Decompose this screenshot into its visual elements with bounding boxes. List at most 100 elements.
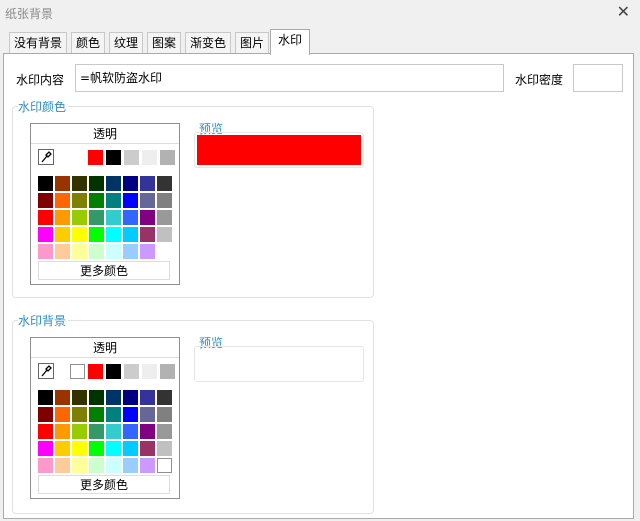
color-swatch[interactable] — [38, 244, 53, 259]
color-swatch[interactable] — [38, 193, 53, 208]
color-swatch[interactable] — [157, 407, 172, 422]
recent-color-swatch[interactable] — [160, 150, 175, 165]
more-colors-button[interactable]: 更多颜色 — [38, 261, 170, 280]
color-swatch[interactable] — [72, 210, 87, 225]
color-swatch[interactable] — [72, 458, 87, 473]
color-swatch[interactable] — [72, 176, 87, 191]
color-swatch[interactable] — [55, 458, 70, 473]
color-swatch[interactable] — [157, 193, 172, 208]
color-swatch[interactable] — [140, 458, 155, 473]
color-swatch[interactable] — [123, 176, 138, 191]
color-swatch[interactable] — [89, 390, 104, 405]
color-swatch[interactable] — [72, 407, 87, 422]
color-swatch[interactable] — [106, 441, 121, 456]
color-swatch[interactable] — [106, 176, 121, 191]
tab-color[interactable]: 颜色 — [71, 32, 105, 54]
color-swatch[interactable] — [106, 193, 121, 208]
color-swatch[interactable] — [140, 244, 155, 259]
color-swatch[interactable] — [157, 441, 172, 456]
color-swatch[interactable] — [89, 210, 104, 225]
color-swatch[interactable] — [140, 441, 155, 456]
color-swatch[interactable] — [89, 441, 104, 456]
recent-color-swatch[interactable] — [142, 364, 157, 379]
color-swatch[interactable] — [157, 176, 172, 191]
color-swatch[interactable] — [106, 244, 121, 259]
color-swatch[interactable] — [106, 424, 121, 439]
color-swatch[interactable] — [106, 407, 121, 422]
recent-color-swatch[interactable] — [124, 364, 139, 379]
color-swatch[interactable] — [38, 227, 53, 242]
color-swatch[interactable] — [89, 193, 104, 208]
color-swatch[interactable] — [55, 193, 70, 208]
color-swatch[interactable] — [123, 407, 138, 422]
color-swatch[interactable] — [123, 244, 138, 259]
color-swatch[interactable] — [123, 210, 138, 225]
close-icon[interactable]: ✕ — [617, 3, 630, 21]
color-swatch[interactable] — [157, 244, 172, 259]
recent-color-swatch[interactable] — [124, 150, 139, 165]
recent-color-swatch[interactable] — [88, 150, 103, 165]
tab-pattern[interactable]: 图案 — [147, 32, 181, 54]
color-swatch[interactable] — [55, 227, 70, 242]
color-swatch[interactable] — [123, 227, 138, 242]
color-swatch[interactable] — [106, 390, 121, 405]
watermark-density-input[interactable] — [573, 64, 623, 92]
color-swatch[interactable] — [89, 176, 104, 191]
recent-color-swatch[interactable] — [106, 364, 121, 379]
color-swatch[interactable] — [55, 441, 70, 456]
recent-color-swatch[interactable] — [106, 150, 121, 165]
recent-color-swatch[interactable] — [160, 364, 175, 379]
color-swatch[interactable] — [89, 244, 104, 259]
more-colors-button[interactable]: 更多颜色 — [38, 475, 170, 494]
color-swatch[interactable] — [89, 424, 104, 439]
color-swatch[interactable] — [72, 193, 87, 208]
color-swatch[interactable] — [38, 176, 53, 191]
color-swatch[interactable] — [140, 390, 155, 405]
color-swatch[interactable] — [38, 407, 53, 422]
color-swatch[interactable] — [89, 458, 104, 473]
color-swatch[interactable] — [140, 210, 155, 225]
color-swatch[interactable] — [123, 441, 138, 456]
tab-image[interactable]: 图片 — [235, 32, 269, 54]
color-swatch[interactable] — [72, 441, 87, 456]
tab-gradient[interactable]: 渐变色 — [185, 32, 231, 54]
recent-color-swatch[interactable] — [88, 364, 103, 379]
color-swatch[interactable] — [38, 390, 53, 405]
color-swatch[interactable] — [123, 390, 138, 405]
color-swatch[interactable] — [55, 390, 70, 405]
color-swatch[interactable] — [140, 176, 155, 191]
color-swatch[interactable] — [157, 424, 172, 439]
color-swatch[interactable] — [157, 210, 172, 225]
color-swatch[interactable] — [157, 458, 172, 473]
color-swatch[interactable] — [72, 244, 87, 259]
color-swatch[interactable] — [157, 390, 172, 405]
transparent-option[interactable]: 透明 — [31, 338, 179, 358]
color-swatch[interactable] — [123, 424, 138, 439]
color-swatch[interactable] — [38, 441, 53, 456]
color-swatch[interactable] — [140, 193, 155, 208]
recent-color-swatch[interactable] — [70, 150, 85, 165]
watermark-content-input[interactable]: =帆软防盗水印 — [75, 64, 504, 92]
color-swatch[interactable] — [106, 227, 121, 242]
color-swatch[interactable] — [106, 458, 121, 473]
color-swatch[interactable] — [140, 227, 155, 242]
tab-texture[interactable]: 纹理 — [109, 32, 143, 54]
color-swatch[interactable] — [38, 210, 53, 225]
color-swatch[interactable] — [72, 227, 87, 242]
tab-watermark[interactable]: 水印 — [270, 29, 310, 55]
eyedropper-icon[interactable] — [38, 149, 54, 165]
color-swatch[interactable] — [55, 210, 70, 225]
color-swatch[interactable] — [157, 227, 172, 242]
eyedropper-icon[interactable] — [38, 363, 54, 379]
color-swatch[interactable] — [72, 390, 87, 405]
color-swatch[interactable] — [38, 458, 53, 473]
color-swatch[interactable] — [55, 244, 70, 259]
color-swatch[interactable] — [55, 424, 70, 439]
color-swatch[interactable] — [106, 210, 121, 225]
color-swatch[interactable] — [55, 407, 70, 422]
color-swatch[interactable] — [123, 458, 138, 473]
color-swatch[interactable] — [140, 407, 155, 422]
color-swatch[interactable] — [38, 424, 53, 439]
color-swatch[interactable] — [123, 193, 138, 208]
recent-color-swatch[interactable] — [70, 364, 85, 379]
